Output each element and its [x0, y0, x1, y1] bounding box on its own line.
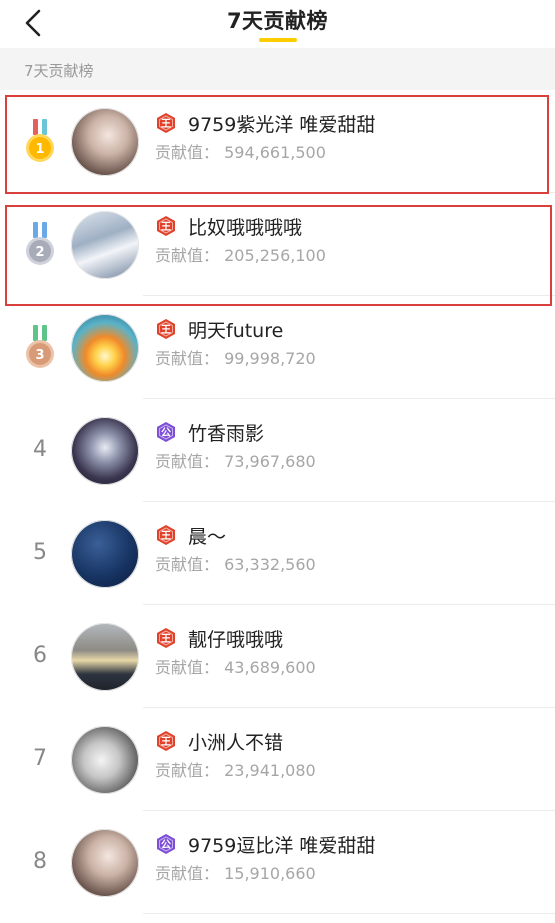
ranking-row[interactable]: 4 公 竹香雨影 贡献值： 73,967,680 [0, 399, 555, 502]
avatar[interactable] [71, 622, 139, 691]
score-number: 594,661,500 [224, 142, 326, 162]
score-number: 43,689,600 [224, 657, 316, 677]
divider [143, 913, 555, 914]
rank-badge-icon: 公 [157, 421, 175, 442]
user-name: 靓仔哦哦哦 [188, 628, 284, 651]
ranking-row[interactable]: 1 王 9759紫光洋 唯爱甜甜 贡献值： 594,661,500 [0, 90, 555, 193]
svg-text:2: 2 [35, 245, 44, 260]
score-label: 贡献值： [155, 142, 220, 162]
user-name: 晨～ [188, 525, 227, 548]
contribution-value: 贡献值： 15,910,660 [155, 860, 316, 884]
ranking-row[interactable]: 6 王 靓仔哦哦哦 贡献值： 43,689,600 [0, 605, 555, 708]
svg-text:3: 3 [35, 348, 44, 363]
section-header: 7天贡献榜 [0, 48, 555, 90]
contribution-value: 贡献值： 23,941,080 [155, 757, 316, 781]
ranking-row[interactable]: 7 王 小洲人不错 贡献值： 23,941,080 [0, 708, 555, 811]
svg-text:王: 王 [161, 633, 171, 645]
ranking-row[interactable]: 3 王 明天future 贡献值： 99,998,720 [0, 296, 555, 399]
svg-text:王: 王 [161, 118, 171, 130]
tab-indicator [259, 38, 297, 42]
medal-silver-icon: 2 [26, 221, 54, 265]
section-label: 7天贡献榜 [24, 62, 94, 80]
score-number: 63,332,560 [224, 554, 316, 574]
rank-badge-icon: 王 [157, 215, 175, 236]
page-title: 7天贡献榜 [226, 9, 329, 33]
svg-text:1: 1 [35, 142, 44, 157]
contribution-value: 贡献值： 99,998,720 [155, 345, 316, 369]
score-label: 贡献值： [155, 863, 220, 883]
user-name: 小洲人不错 [188, 731, 284, 754]
user-name: 竹香雨影 [188, 422, 265, 445]
rank-number: 5 [33, 539, 47, 565]
avatar[interactable] [71, 416, 139, 485]
user-name: 比奴哦哦哦哦 [188, 216, 303, 239]
rank-number: 8 [33, 848, 47, 874]
avatar[interactable] [71, 519, 139, 588]
rank-badge-icon: 公 [157, 833, 175, 854]
avatar[interactable] [71, 210, 139, 279]
contribution-value: 贡献值： 594,661,500 [155, 139, 326, 163]
rank-badge-icon: 王 [157, 112, 175, 133]
svg-text:王: 王 [161, 530, 171, 542]
score-number: 23,941,080 [224, 760, 316, 780]
user-name: 9759逗比洋 唯爱甜甜 [188, 834, 376, 857]
score-label: 贡献值： [155, 245, 220, 265]
avatar[interactable] [71, 828, 139, 897]
avatar[interactable] [71, 107, 139, 176]
rank-number: 7 [33, 745, 47, 771]
score-label: 贡献值： [155, 760, 220, 780]
rank-badge-icon: 王 [157, 730, 175, 751]
rank-number: 4 [33, 436, 47, 462]
score-label: 贡献值： [155, 657, 220, 677]
rank-badge-icon: 王 [157, 318, 175, 339]
svg-text:公: 公 [161, 427, 171, 439]
rank-badge-icon: 王 [157, 627, 175, 648]
medal-gold-icon: 1 [26, 118, 54, 162]
ranking-row[interactable]: 2 王 比奴哦哦哦哦 贡献值： 205,256,100 [0, 193, 555, 296]
score-label: 贡献值： [155, 554, 220, 574]
rank-number: 6 [33, 642, 47, 668]
avatar[interactable] [71, 725, 139, 794]
contribution-value: 贡献值： 43,689,600 [155, 654, 316, 678]
ranking-row[interactable]: 5 王 晨～ 贡献值： 63,332,560 [0, 502, 555, 605]
score-number: 15,910,660 [224, 863, 316, 883]
contribution-value: 贡献值： 63,332,560 [155, 551, 316, 575]
ranking-row[interactable]: 8 公 9759逗比洋 唯爱甜甜 贡献值： 15,910,660 [0, 811, 555, 914]
contribution-value: 贡献值： 73,967,680 [155, 448, 316, 472]
svg-text:公: 公 [161, 839, 171, 851]
ranking-list: 1 王 9759紫光洋 唯爱甜甜 贡献值： 594,661,500 2 王 比奴… [0, 90, 555, 914]
score-label: 贡献值： [155, 348, 220, 368]
score-number: 73,967,680 [224, 451, 316, 471]
contribution-value: 贡献值： 205,256,100 [155, 242, 326, 266]
svg-text:王: 王 [161, 221, 171, 233]
medal-bronze-icon: 3 [26, 324, 54, 368]
top-bar: 7天贡献榜 [0, 0, 555, 48]
score-label: 贡献值： [155, 451, 220, 471]
rank-badge-icon: 王 [157, 524, 175, 545]
svg-text:王: 王 [161, 736, 171, 748]
avatar[interactable] [71, 313, 139, 382]
score-number: 205,256,100 [224, 245, 326, 265]
score-number: 99,998,720 [224, 348, 316, 368]
svg-text:王: 王 [161, 324, 171, 336]
user-name: 9759紫光洋 唯爱甜甜 [188, 113, 376, 136]
user-name: 明天future [188, 319, 284, 342]
